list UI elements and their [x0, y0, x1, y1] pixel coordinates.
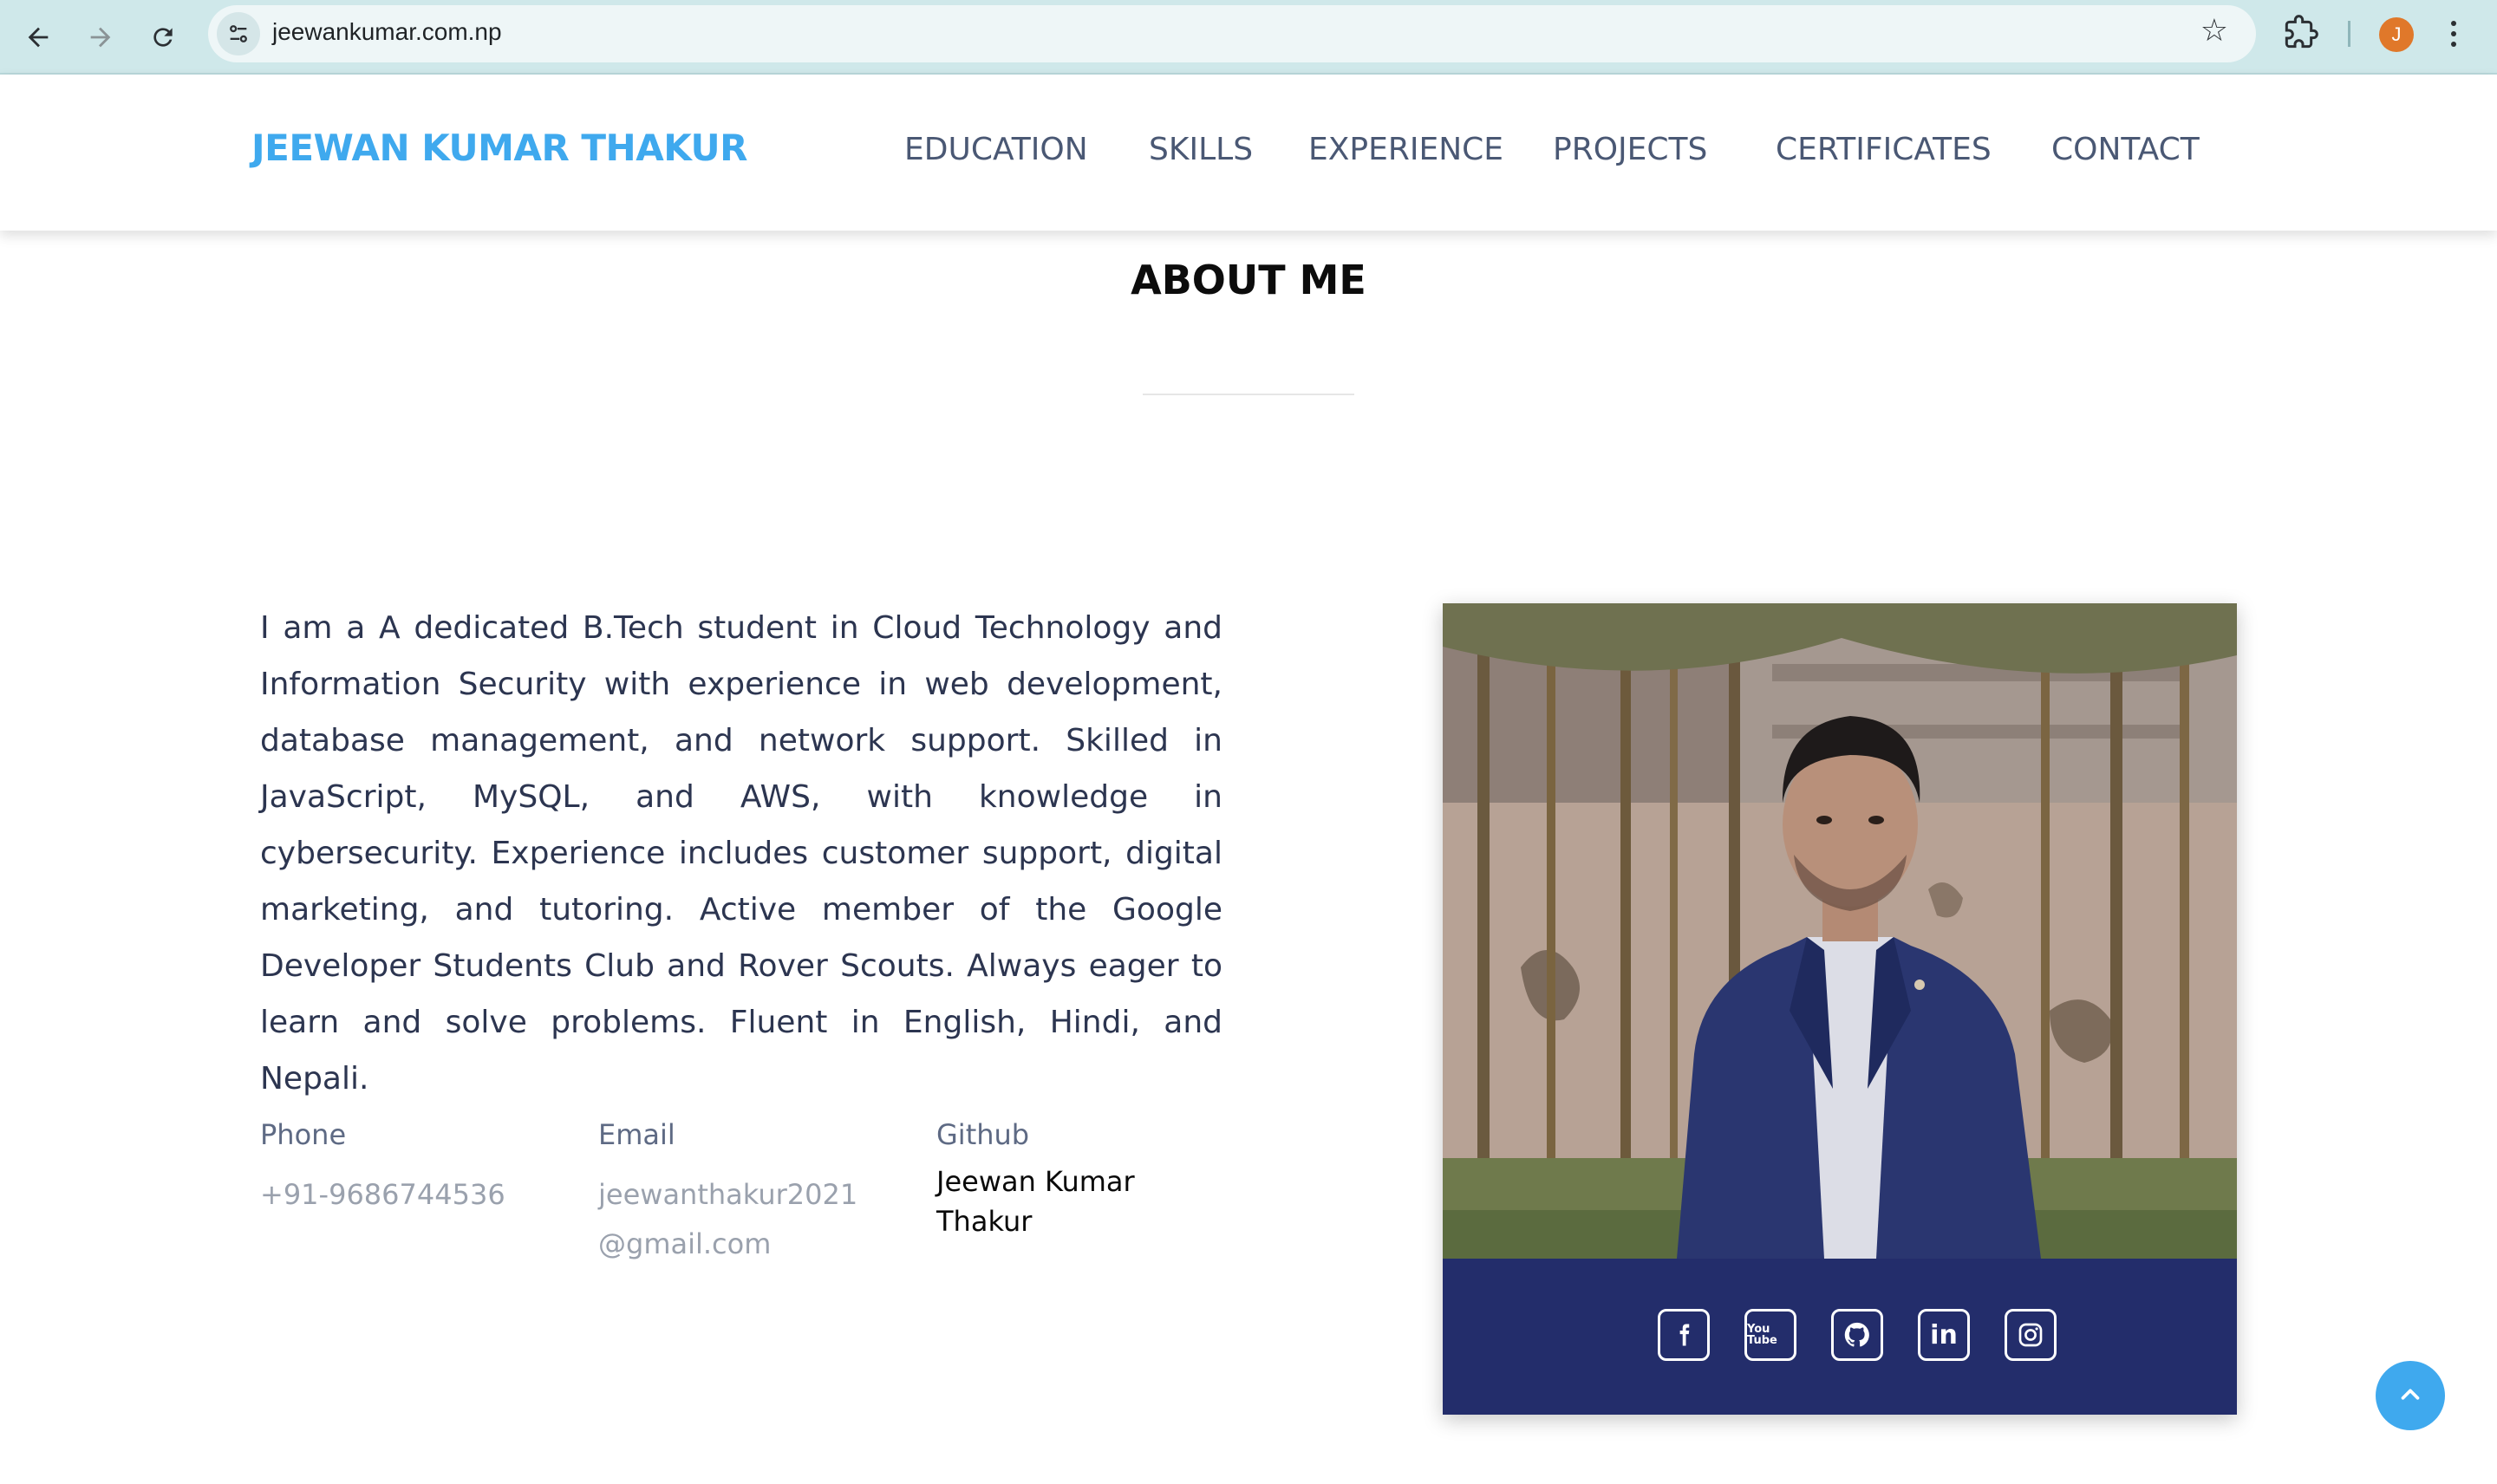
nav-certificates[interactable]: CERTIFICATES: [1776, 132, 1992, 167]
back-arrow-icon[interactable]: [14, 13, 62, 62]
chevron-up-icon: [2401, 1389, 2420, 1400]
nav-education[interactable]: EDUCATION: [904, 132, 1088, 167]
bookmark-star-icon[interactable]: ☆: [2200, 16, 2228, 47]
site-info-icon[interactable]: [217, 12, 260, 55]
nav-projects[interactable]: PROJECTS: [1553, 132, 1707, 167]
github-label: Github: [936, 1118, 1030, 1151]
instagram-icon[interactable]: [2005, 1309, 2057, 1361]
linkedin-glyph: in: [1930, 1319, 1958, 1351]
facebook-icon[interactable]: [1658, 1309, 1710, 1361]
forward-arrow-icon[interactable]: [76, 13, 125, 62]
youtube-icon[interactable]: You Tube: [1744, 1309, 1796, 1361]
youtube-glyph: You Tube: [1747, 1323, 1777, 1347]
profile-avatar[interactable]: J: [2379, 17, 2414, 52]
phone-info: Phone +91-9686744536: [260, 1118, 572, 1220]
phone-label: Phone: [260, 1118, 347, 1151]
phone-value: +91-9686744536: [260, 1178, 505, 1211]
profile-photo: [1443, 603, 2237, 1259]
title-divider: [1143, 394, 1354, 395]
reload-icon[interactable]: [139, 13, 187, 62]
site-header: JEEWAN KUMAR THAKUR EDUCATION SKILLS EXP…: [0, 75, 2497, 231]
nav-contact[interactable]: CONTACT: [2051, 132, 2200, 167]
address-bar[interactable]: jeewankumar.com.np ☆: [208, 5, 2256, 62]
email-label: Email: [598, 1118, 675, 1151]
browser-toolbar: jeewankumar.com.np ☆ J: [0, 0, 2497, 75]
url-text[interactable]: jeewankumar.com.np: [272, 18, 502, 46]
social-links: You Tube in: [1443, 1259, 2237, 1415]
about-bio: I am a A dedicated B.Tech student in Clo…: [260, 610, 1222, 1097]
nav-skills[interactable]: SKILLS: [1149, 132, 1253, 167]
email-value[interactable]: jeewanthakur2021@gmail.com: [598, 1170, 884, 1269]
section-title: ABOUT ME: [1131, 257, 1366, 303]
browser-menu-icon[interactable]: [2447, 17, 2461, 52]
github-info: Github Jeewan Kumar Thakur: [936, 1118, 1214, 1241]
back-to-top-button[interactable]: [2376, 1361, 2445, 1430]
main-nav: EDUCATION SKILLS EXPERIENCE PROJECTS CER…: [0, 132, 2497, 175]
github-link[interactable]: Jeewan Kumar Thakur: [936, 1162, 1214, 1241]
toolbar-divider: [2348, 21, 2350, 47]
nav-experience[interactable]: EXPERIENCE: [1308, 132, 1503, 167]
profile-card: You Tube in: [1443, 603, 2237, 1415]
linkedin-icon[interactable]: in: [1918, 1309, 1970, 1361]
extensions-puzzle-icon[interactable]: [2284, 15, 2318, 49]
github-icon[interactable]: [1831, 1309, 1883, 1361]
email-info: Email jeewanthakur2021@gmail.com: [598, 1118, 884, 1269]
